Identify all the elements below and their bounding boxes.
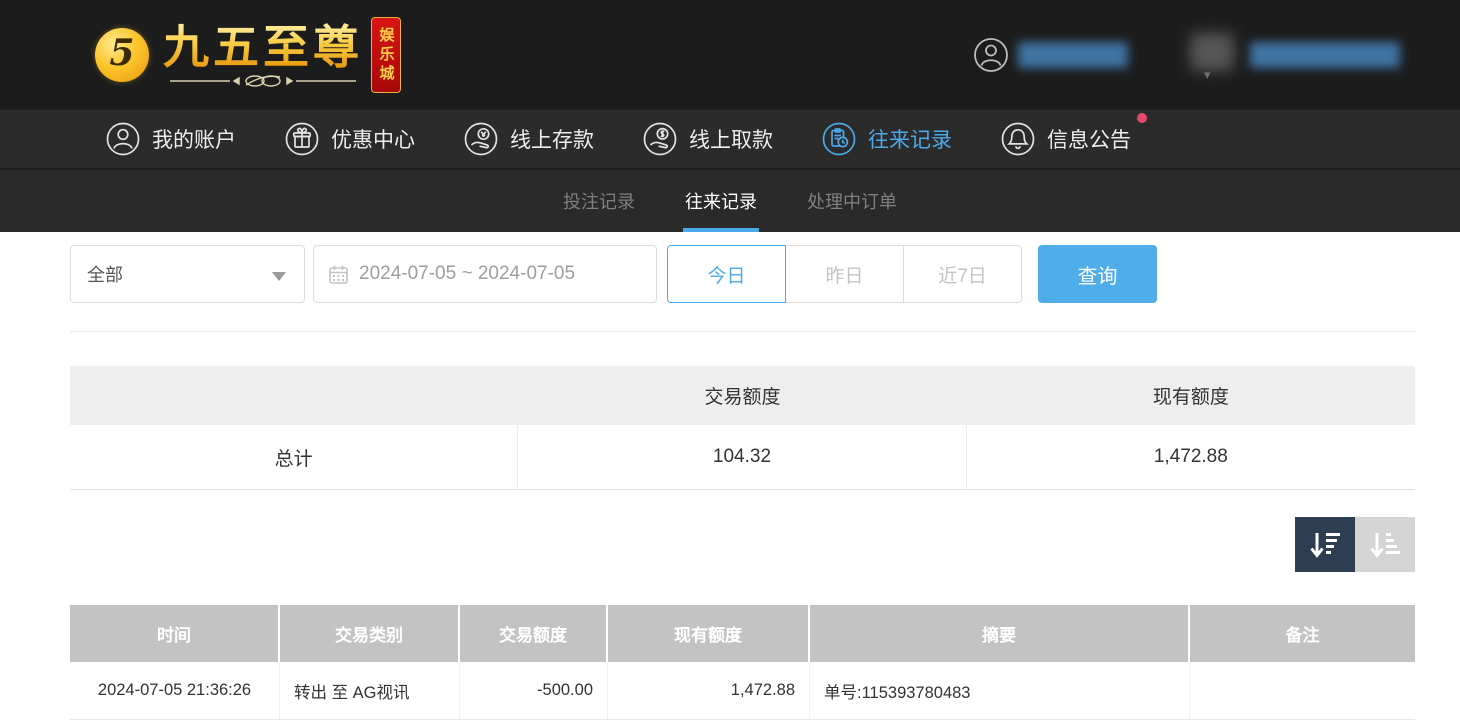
quick-range-group: 今日 昨日 近7日 bbox=[667, 245, 1022, 303]
logo-title: 九五至尊 bbox=[163, 22, 363, 73]
nav-item-announcements[interactable]: 信息公告 bbox=[1000, 121, 1131, 157]
record-tabs: 投注记录 往来记录 处理中订单 bbox=[0, 170, 1460, 232]
username-redacted bbox=[1018, 42, 1128, 68]
nav-item-records[interactable]: 往来记录 bbox=[821, 121, 952, 157]
sort-controls bbox=[70, 517, 1415, 572]
date-range-input[interactable]: 2024-07-05 ~ 2024-07-05 bbox=[313, 245, 657, 303]
summary-transaction-amount: 104.32 bbox=[518, 425, 966, 489]
col-summary: 摘要 bbox=[810, 605, 1190, 662]
nav-label: 优惠中心 bbox=[331, 124, 415, 154]
tab-bet-records[interactable]: 投注记录 bbox=[561, 170, 637, 232]
quick-btn-today[interactable]: 今日 bbox=[667, 245, 786, 303]
summary-header-transaction-amount: 交易额度 bbox=[518, 366, 966, 425]
nav-label: 我的账户 bbox=[152, 124, 236, 154]
cell-time: 2024-07-05 21:36:26 bbox=[70, 662, 280, 719]
summary-current-balance: 1,472.88 bbox=[967, 425, 1415, 489]
cell-summary: 单号:115393780483 bbox=[810, 662, 1190, 719]
cell-remark bbox=[1190, 662, 1415, 719]
date-range-value: 2024-07-05 ~ 2024-07-05 bbox=[359, 263, 575, 285]
type-select[interactable]: 全部 bbox=[70, 245, 305, 303]
sort-ascending-icon bbox=[1367, 528, 1403, 562]
nav-item-promotions[interactable]: 优惠中心 bbox=[284, 121, 415, 157]
type-select-value: 全部 bbox=[87, 261, 123, 287]
logo-badge: 娱乐城 bbox=[371, 17, 401, 93]
summary-header-current-balance: 现有额度 bbox=[967, 366, 1415, 425]
balance-redacted bbox=[1250, 42, 1400, 68]
col-time: 时间 bbox=[70, 605, 280, 662]
filter-row: 全部 2024-07-05 ~ 2024-07-05 今日 昨日 近7日 bbox=[70, 245, 1415, 303]
col-amount: 交易额度 bbox=[460, 605, 608, 662]
top-header: 5 九五至尊 娱乐城 ▾ bbox=[0, 0, 1460, 110]
divider bbox=[70, 331, 1415, 332]
quick-btn-last7days[interactable]: 近7日 bbox=[903, 245, 1022, 303]
logo-text-wrap: 九五至尊 bbox=[163, 22, 363, 89]
avatar-blurred bbox=[1190, 33, 1234, 71]
search-button[interactable]: 查询 bbox=[1038, 245, 1157, 303]
nav-label: 信息公告 bbox=[1047, 124, 1131, 154]
bell-icon bbox=[1000, 121, 1036, 157]
col-balance: 现有额度 bbox=[608, 605, 810, 662]
sort-ascending-button[interactable] bbox=[1355, 517, 1415, 572]
tab-pending-orders[interactable]: 处理中订单 bbox=[805, 170, 899, 232]
nav-label: 往来记录 bbox=[868, 124, 952, 154]
account-icon bbox=[105, 121, 141, 157]
summary-header-empty bbox=[70, 366, 518, 425]
notification-dot bbox=[1137, 113, 1147, 123]
summary-total-label: 总计 bbox=[70, 425, 518, 489]
sort-descending-icon bbox=[1307, 528, 1343, 562]
cell-amount: -500.00 bbox=[460, 662, 608, 719]
nav-item-withdraw[interactable]: 线上取款 bbox=[642, 121, 773, 157]
chevron-down-icon: ▾ bbox=[1204, 67, 1211, 83]
site-logo[interactable]: 5 九五至尊 娱乐城 bbox=[95, 17, 401, 93]
select-caret-icon bbox=[272, 272, 286, 281]
records-table-header: 时间 交易类别 交易额度 现有额度 摘要 备注 bbox=[70, 605, 1415, 662]
user-area: ▾ bbox=[973, 33, 1400, 77]
quick-btn-yesterday[interactable]: 昨日 bbox=[785, 245, 904, 303]
logo-flourish-icon bbox=[168, 74, 358, 88]
summary-table-header: 交易额度 现有额度 bbox=[70, 366, 1415, 425]
gift-icon bbox=[284, 121, 320, 157]
logo-number: 5 bbox=[109, 32, 134, 74]
content: 全部 2024-07-05 ~ 2024-07-05 今日 昨日 近7日 bbox=[0, 232, 1460, 720]
nav-item-deposit[interactable]: 线上存款 bbox=[463, 121, 594, 157]
nav-item-account[interactable]: 我的账户 bbox=[105, 121, 236, 157]
withdraw-icon bbox=[642, 121, 678, 157]
nav-label: 线上存款 bbox=[510, 124, 594, 154]
cell-type: 转出 至 AG视讯 bbox=[280, 662, 460, 719]
nav-label: 线上取款 bbox=[689, 124, 773, 154]
tab-transaction-records[interactable]: 往来记录 bbox=[683, 170, 759, 232]
deposit-icon bbox=[463, 121, 499, 157]
records-icon bbox=[821, 121, 857, 157]
table-row: 2024-07-05 21:36:26 转出 至 AG视讯 -500.00 1,… bbox=[70, 662, 1415, 720]
summary-total-row: 总计 104.32 1,472.88 bbox=[70, 425, 1415, 489]
main-nav: 我的账户 优惠中心 线上存款 bbox=[0, 110, 1460, 170]
col-remark: 备注 bbox=[1190, 605, 1415, 662]
col-type: 交易类别 bbox=[280, 605, 460, 662]
sort-descending-button[interactable] bbox=[1295, 517, 1355, 572]
avatar[interactable]: ▾ bbox=[1190, 33, 1236, 77]
summary-table: 交易额度 现有额度 总计 104.32 1,472.88 bbox=[70, 366, 1415, 490]
calendar-icon bbox=[328, 264, 349, 285]
logo-95-icon: 5 bbox=[95, 28, 149, 82]
user-circle-icon[interactable] bbox=[973, 37, 1009, 73]
cell-balance: 1,472.88 bbox=[608, 662, 810, 719]
records-table: 时间 交易类别 交易额度 现有额度 摘要 备注 2024-07-05 21:36… bbox=[70, 605, 1415, 720]
